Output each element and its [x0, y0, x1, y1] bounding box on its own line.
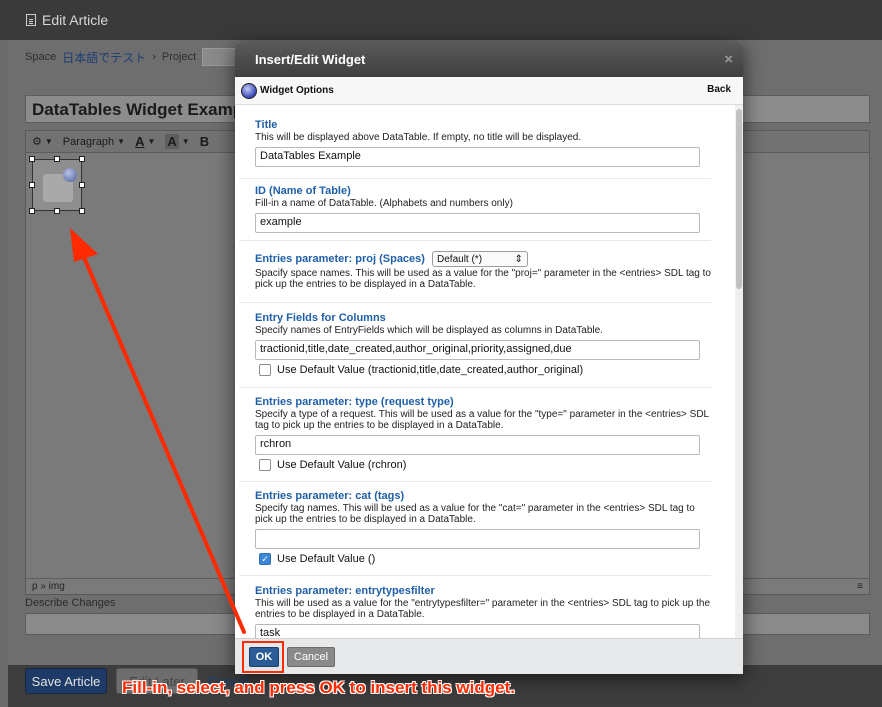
font-color-icon: A	[135, 134, 145, 149]
use-default-fields-checkbox[interactable]	[259, 364, 271, 376]
resize-grip-icon[interactable]: ≡	[857, 581, 863, 592]
document-icon	[26, 14, 36, 26]
resize-handle[interactable]	[79, 156, 85, 162]
section-help: This will be displayed above DataTable. …	[255, 132, 582, 143]
bold-button[interactable]: B	[200, 134, 209, 149]
ok-button[interactable]: OK	[249, 647, 279, 667]
save-article-button[interactable]: Save Article	[25, 668, 107, 694]
section-label: Entries parameter: entrytypesfilter	[255, 585, 435, 597]
resize-handle[interactable]	[29, 182, 35, 188]
chevron-down-icon: ▼	[147, 137, 156, 146]
chevron-down-icon: ▼	[44, 137, 53, 146]
section-label: Entries parameter: cat (tags)	[255, 490, 405, 502]
use-default-cat-checkbox[interactable]: ✓	[259, 553, 271, 565]
project-label: Project	[161, 51, 197, 63]
paragraph-select[interactable]: Paragraph ▼	[63, 136, 125, 148]
section-help: Spacify space names. This will be used a…	[255, 268, 711, 290]
scrollbar-thumb[interactable]	[736, 109, 742, 289]
element-path: p » img	[32, 581, 65, 592]
widget-options-bar: Widget Options Back	[235, 77, 743, 105]
section-label: Entries parameter: proj (Spaces)	[255, 252, 425, 265]
scrollbar[interactable]	[735, 105, 743, 638]
globe-icon	[241, 82, 257, 99]
entry-fields-input[interactable]: tractionid,title,date_created,author_ori…	[255, 340, 700, 360]
section-help: Specify a type of a request. This will b…	[255, 409, 709, 431]
proj-select[interactable]: Default (*) ⇕	[432, 251, 529, 267]
entrytypesfilter-section: Entries parameter: entrytypesfilter This…	[239, 585, 711, 638]
cat-section: Entries parameter: cat (tags) Specify ta…	[239, 490, 711, 576]
entrytypesfilter-input[interactable]: task	[255, 624, 700, 638]
use-default-type-checkbox[interactable]	[259, 459, 271, 471]
use-default-type-row[interactable]: Use Default Value (rchron)	[255, 459, 711, 471]
window-title-bar: Edit Article	[0, 0, 882, 40]
widget-options-label: Widget Options	[260, 85, 334, 96]
id-section: ID (Name of Table) Fill-in a name of Dat…	[239, 185, 711, 241]
gear-menu[interactable]: ⚙ ▼	[32, 135, 53, 148]
entry-fields-section: Entry Fields for Columns Specify names o…	[239, 312, 711, 388]
resize-handle[interactable]	[79, 208, 85, 214]
proj-select-value: Default (*)	[437, 253, 483, 265]
cat-input[interactable]	[255, 529, 700, 549]
check-icon: ✓	[261, 553, 269, 564]
window-title: Edit Article	[42, 12, 109, 28]
resize-handle[interactable]	[54, 208, 60, 214]
title-input[interactable]: DataTables Example	[255, 147, 700, 167]
chevron-down-icon: ▼	[117, 137, 126, 146]
close-icon[interactable]: ×	[724, 51, 733, 68]
font-color-button[interactable]: A ▼	[135, 134, 155, 149]
section-help: Specify names of EntryFields which will …	[255, 325, 603, 336]
use-default-fields-row[interactable]: Use Default Value (tractionid,title,date…	[255, 364, 711, 376]
widget-placeholder-image[interactable]	[29, 156, 85, 214]
gear-icon: ⚙	[32, 136, 42, 148]
globe-icon	[63, 168, 77, 182]
breadcrumb: Space 日本語でテスト › Project	[25, 48, 247, 66]
section-label: Title	[255, 119, 278, 131]
proj-section: Entries parameter: proj (Spaces) Default…	[239, 251, 711, 303]
section-help: This will be used as a value for the "en…	[255, 598, 711, 620]
section-label-row: Entries parameter: proj (Spaces) Default…	[255, 251, 711, 267]
back-link[interactable]: Back	[707, 84, 731, 95]
instruction-callout: Fill-in, select, and press OK to insert …	[122, 678, 515, 697]
breadcrumb-separator: ›	[152, 51, 156, 63]
section-label: Entry Fields for Columns	[255, 312, 386, 324]
type-section: Entries parameter: type (request type) S…	[239, 396, 711, 482]
paragraph-label: Paragraph	[62, 135, 115, 148]
describe-changes-label: Describe Changes	[25, 597, 116, 609]
resize-handle[interactable]	[29, 208, 35, 214]
updown-icon: ⇕	[514, 253, 524, 265]
type-input[interactable]: rchron	[255, 435, 700, 455]
use-default-cat-row[interactable]: ✓ Use Default Value ()	[255, 553, 711, 565]
space-label: Space	[25, 51, 57, 63]
highlight-button[interactable]: A ▼	[165, 134, 190, 149]
section-help: Specify tag names. This will be used as …	[255, 503, 695, 525]
section-label: ID (Name of Table)	[255, 185, 351, 197]
dialog-title: Insert/Edit Widget	[255, 52, 366, 67]
options-scroll-area[interactable]: Title This will be displayed above DataT…	[239, 105, 735, 638]
section-label: Entries parameter: type (request type)	[255, 396, 454, 408]
insert-edit-widget-dialog: Insert/Edit Widget × Widget Options Back…	[235, 42, 743, 674]
section-help: Fill-in a name of DataTable. (Alphabets …	[255, 198, 513, 209]
resize-handle[interactable]	[54, 156, 60, 162]
chevron-down-icon: ▼	[181, 137, 190, 146]
title-section: Title This will be displayed above DataT…	[239, 119, 711, 179]
checkbox-label: Use Default Value (rchron)	[277, 459, 407, 471]
checkbox-label: Use Default Value (tractionid,title,date…	[277, 364, 584, 376]
dialog-cancel-button[interactable]: Cancel	[287, 647, 335, 667]
space-link[interactable]: 日本語でテスト	[62, 49, 146, 66]
highlight-icon: A	[165, 134, 179, 149]
resize-handle[interactable]	[79, 182, 85, 188]
table-id-input[interactable]: example	[255, 213, 700, 233]
checkbox-label: Use Default Value ()	[277, 553, 376, 565]
dialog-footer: OK Cancel	[235, 638, 743, 674]
dialog-header: Insert/Edit Widget ×	[235, 42, 743, 77]
resize-handle[interactable]	[29, 156, 35, 162]
